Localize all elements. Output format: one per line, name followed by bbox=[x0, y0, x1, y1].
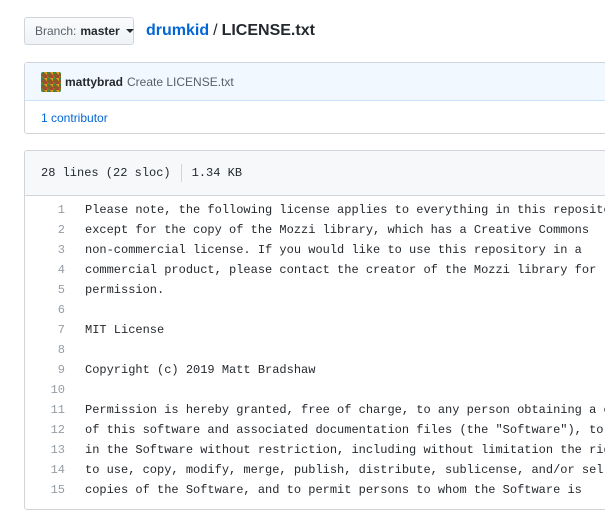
file-name: LICENSE.txt bbox=[221, 22, 315, 39]
code-line: 14 to use, copy, modify, merge, publish, … bbox=[25, 460, 605, 480]
line-text: in the Software without restriction, inc… bbox=[85, 443, 605, 457]
latest-commit-bar: mattybrad Create LICENSE.txt bbox=[25, 63, 605, 101]
commit-info-box: mattybrad Create LICENSE.txt 1 contribut… bbox=[24, 62, 605, 134]
code-line: 13 in the Software without restriction, i… bbox=[25, 440, 605, 460]
line-number[interactable]: 6 bbox=[25, 300, 85, 320]
line-number[interactable]: 11 bbox=[25, 400, 85, 420]
code-line: 12 of this software and associated docume… bbox=[25, 420, 605, 440]
line-text: Please note, the following license appli… bbox=[85, 203, 605, 217]
line-text: Permission is hereby granted, free of ch… bbox=[85, 403, 605, 417]
line-number[interactable]: 7 bbox=[25, 320, 85, 340]
branch-value: master bbox=[80, 24, 120, 38]
line-text: to use, copy, modify, merge, publish, di… bbox=[85, 463, 605, 477]
line-number[interactable]: 15 bbox=[25, 480, 85, 500]
code-line: 7 MIT License bbox=[25, 320, 605, 340]
header-divider bbox=[180, 164, 182, 182]
commit-author-link[interactable]: mattybrad bbox=[65, 75, 123, 89]
breadcrumb: drumkid / LICENSE.txt bbox=[146, 21, 315, 41]
file-info-header: 28 lines (22 sloc) 1.34 KB bbox=[25, 151, 605, 196]
line-number[interactable]: 5 bbox=[25, 280, 85, 300]
file-viewer: 28 lines (22 sloc) 1.34 KB 1 Please note,… bbox=[24, 150, 605, 510]
code-line: 4 commercial product, please contact the … bbox=[25, 260, 605, 280]
code-line: 2 except for the copy of the Mozzi librar… bbox=[25, 220, 605, 240]
line-text: of this software and associated document… bbox=[85, 423, 605, 437]
code-line: 8 bbox=[25, 340, 605, 360]
code-line: 9 Copyright (c) 2019 Matt Bradshaw bbox=[25, 360, 605, 380]
contributors-link[interactable]: 1 contributor bbox=[41, 111, 108, 125]
file-line-count: 28 lines (22 sloc) bbox=[41, 166, 171, 180]
line-text: non-commercial license. If you would lik… bbox=[85, 243, 582, 257]
line-number[interactable]: 4 bbox=[25, 260, 85, 280]
code-line: 5 permission. bbox=[25, 280, 605, 300]
branch-select-button[interactable]: Branch: master bbox=[24, 17, 134, 45]
line-text: Copyright (c) 2019 Matt Bradshaw bbox=[85, 363, 316, 377]
line-number[interactable]: 2 bbox=[25, 220, 85, 240]
code-line: 6 bbox=[25, 300, 605, 320]
line-text: copies of the Software, and to permit pe… bbox=[85, 483, 582, 497]
repo-link[interactable]: drumkid bbox=[146, 22, 209, 39]
avatar[interactable] bbox=[41, 71, 61, 92]
line-number[interactable]: 1 bbox=[25, 200, 85, 220]
line-number[interactable]: 10 bbox=[25, 380, 85, 400]
line-number[interactable]: 9 bbox=[25, 360, 85, 380]
line-text: except for the copy of the Mozzi library… bbox=[85, 223, 590, 237]
line-text: permission. bbox=[85, 283, 165, 297]
file-size: 1.34 KB bbox=[191, 166, 243, 180]
code-line: 1 Please note, the following license appl… bbox=[25, 200, 605, 220]
code-line: 11 Permission is hereby granted, free of … bbox=[25, 400, 605, 420]
line-text: commercial product, please contact the c… bbox=[85, 263, 597, 277]
caret-down-icon bbox=[125, 29, 134, 33]
code-line: 3 non-commercial license. If you would li… bbox=[25, 240, 605, 260]
line-number[interactable]: 8 bbox=[25, 340, 85, 360]
contributors-bar: 1 contributor bbox=[25, 101, 605, 135]
line-number[interactable]: 12 bbox=[25, 420, 85, 440]
commit-message-link[interactable]: Create LICENSE.txt bbox=[127, 75, 234, 89]
breadcrumb-separator: / bbox=[213, 22, 218, 39]
line-text: MIT License bbox=[85, 323, 165, 337]
line-number[interactable]: 14 bbox=[25, 460, 85, 480]
line-number[interactable]: 13 bbox=[25, 440, 85, 460]
branch-label: Branch: bbox=[35, 24, 77, 38]
line-number[interactable]: 3 bbox=[25, 240, 85, 260]
code-line: 10 bbox=[25, 380, 605, 400]
code-line: 15 copies of the Software, and to permit … bbox=[25, 480, 605, 500]
code-body: 1 Please note, the following license appl… bbox=[25, 196, 605, 500]
